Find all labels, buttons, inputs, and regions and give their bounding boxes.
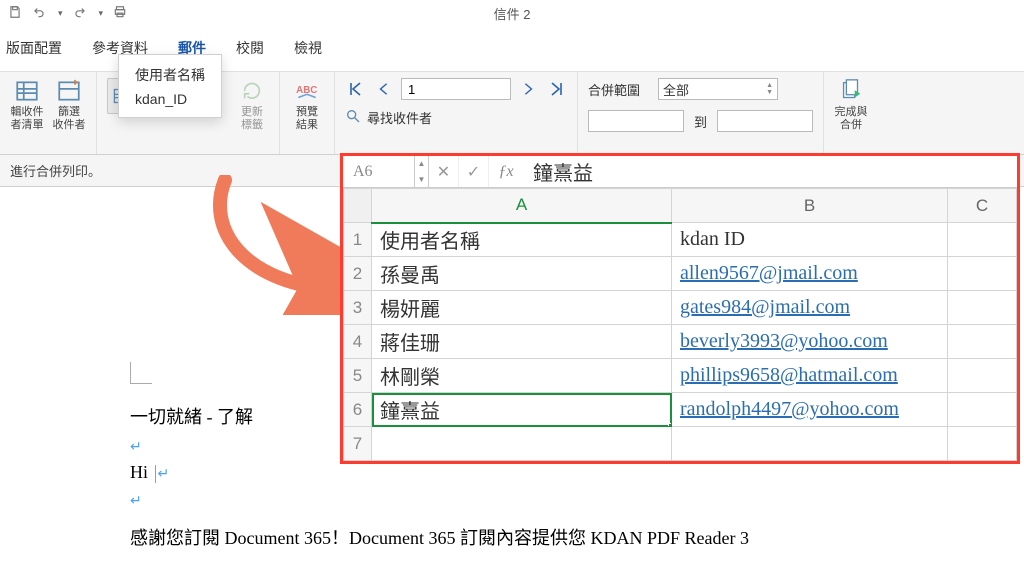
cell[interactable]: [948, 325, 1017, 359]
print-icon[interactable]: [113, 5, 127, 22]
confirm-formula-icon[interactable]: ✓: [459, 156, 489, 187]
select-all-corner[interactable]: [344, 189, 372, 223]
row-header[interactable]: 1: [344, 223, 372, 257]
table-row[interactable]: 3楊妍麗gates984@jmail.com: [344, 291, 1017, 325]
cell[interactable]: 蔣佳珊: [372, 325, 672, 359]
paragraph-mark-icon: ↵: [130, 440, 142, 455]
cell[interactable]: 楊妍麗: [372, 291, 672, 325]
update-labels-button[interactable]: 更新 標籤: [235, 78, 269, 132]
doc-body-line: 感謝您訂閱 Document 365！Document 365 訂閱內容提供您 …: [130, 524, 1024, 550]
table-row[interactable]: 7: [344, 427, 1017, 461]
tab-view[interactable]: 檢視: [292, 34, 324, 71]
table-row[interactable]: 1使用者名稱kdan ID: [344, 223, 1017, 257]
row-header[interactable]: 5: [344, 359, 372, 393]
document-title: 信件 2: [494, 4, 531, 23]
cell[interactable]: [948, 257, 1017, 291]
cell[interactable]: randolph4497@yohoo.com: [672, 393, 948, 427]
merge-field-dropdown: 使用者名稱 kdan_ID: [118, 54, 222, 118]
fx-icon[interactable]: ƒx: [489, 156, 523, 187]
merge-from-input[interactable]: [588, 110, 684, 132]
row-header[interactable]: 3: [344, 291, 372, 325]
table-row[interactable]: 4蔣佳珊beverly3993@yohoo.com: [344, 325, 1017, 359]
table-row[interactable]: 6鐘熹益randolph4497@yohoo.com: [344, 393, 1017, 427]
cell[interactable]: allen9567@jmail.com: [672, 257, 948, 291]
cell[interactable]: 鐘熹益: [372, 393, 672, 427]
cell[interactable]: [948, 223, 1017, 257]
name-box[interactable]: A6: [343, 156, 415, 187]
cell[interactable]: [948, 359, 1017, 393]
fill-handle[interactable]: [668, 423, 672, 427]
tab-layout[interactable]: 版面配置: [4, 34, 64, 71]
row-header[interactable]: 7: [344, 427, 372, 461]
cell[interactable]: beverly3993@yohoo.com: [672, 325, 948, 359]
cell[interactable]: phillips9658@hatmail.com: [672, 359, 948, 393]
last-record-button[interactable]: [545, 78, 567, 100]
first-record-button[interactable]: [345, 78, 367, 100]
paragraph-mark-icon: ↵: [130, 494, 142, 509]
merge-field-header: 使用者名稱: [135, 65, 205, 85]
cell[interactable]: 孫曼禹: [372, 257, 672, 291]
merge-to-label: 到: [694, 112, 707, 131]
next-record-button[interactable]: [517, 78, 539, 100]
row-header[interactable]: 6: [344, 393, 372, 427]
excel-overlay: A6 ▲▼ ✕ ✓ ƒx 鐘熹益 A B C 1使用者名稱kdan ID2孫曼禹…: [340, 153, 1020, 464]
record-number-input[interactable]: [401, 78, 511, 100]
cell[interactable]: [948, 291, 1017, 325]
finish-merge-button[interactable]: 完成與 合併: [834, 78, 868, 132]
cell[interactable]: [948, 393, 1017, 427]
cell[interactable]: 使用者名稱: [372, 223, 672, 257]
titlebar: ▾ ▾ 信件 2: [0, 0, 1024, 26]
row-header[interactable]: 2: [344, 257, 372, 291]
merge-to-input[interactable]: [717, 110, 813, 132]
cell[interactable]: gates984@jmail.com: [672, 291, 948, 325]
cell[interactable]: [372, 427, 672, 461]
column-header-c[interactable]: C: [948, 189, 1017, 223]
formula-bar[interactable]: 鐘熹益: [523, 157, 593, 186]
filter-recipients-button[interactable]: 篩選 收件者: [52, 78, 86, 132]
redo-icon[interactable]: [73, 5, 87, 22]
redo-dropdown-icon[interactable]: ▾: [99, 8, 104, 19]
save-icon[interactable]: [8, 5, 22, 22]
cell[interactable]: [948, 427, 1017, 461]
text-cursor: [155, 465, 156, 483]
prev-record-button[interactable]: [373, 78, 395, 100]
table-row[interactable]: 2孫曼禹allen9567@jmail.com: [344, 257, 1017, 291]
merge-range-select[interactable]: 全部 ▲▼: [658, 78, 778, 100]
worksheet-grid[interactable]: A B C 1使用者名稱kdan ID2孫曼禹allen9567@jmail.c…: [343, 188, 1017, 461]
undo-dropdown-icon[interactable]: ▾: [58, 8, 63, 19]
cell[interactable]: 林剛榮: [372, 359, 672, 393]
cell[interactable]: [672, 427, 948, 461]
column-header-b[interactable]: B: [672, 189, 948, 223]
doc-greeting-line: Hi ↵: [130, 462, 1024, 483]
tab-review[interactable]: 校閱: [234, 34, 266, 71]
table-row[interactable]: 5林剛榮phillips9658@hatmail.com: [344, 359, 1017, 393]
page-corner-mark: [130, 362, 152, 384]
paragraph-mark-icon: ↵: [158, 467, 170, 482]
merge-range-label: 合併範圍: [588, 80, 640, 99]
cell[interactable]: kdan ID: [672, 223, 948, 257]
edit-recipients-button[interactable]: 輯收件 者清單: [10, 78, 44, 132]
cancel-formula-icon[interactable]: ✕: [429, 156, 459, 187]
find-recipient-label[interactable]: 尋找收件者: [367, 108, 432, 127]
name-box-stepper[interactable]: ▲▼: [415, 156, 429, 187]
merge-field-option-kdan-id[interactable]: kdan_ID: [135, 91, 205, 107]
column-header-a[interactable]: A: [372, 189, 672, 223]
undo-icon[interactable]: [32, 5, 46, 22]
find-recipient-icon[interactable]: [345, 108, 361, 127]
preview-results-button[interactable]: ABC 預覽 結果: [290, 78, 324, 132]
row-header[interactable]: 4: [344, 325, 372, 359]
